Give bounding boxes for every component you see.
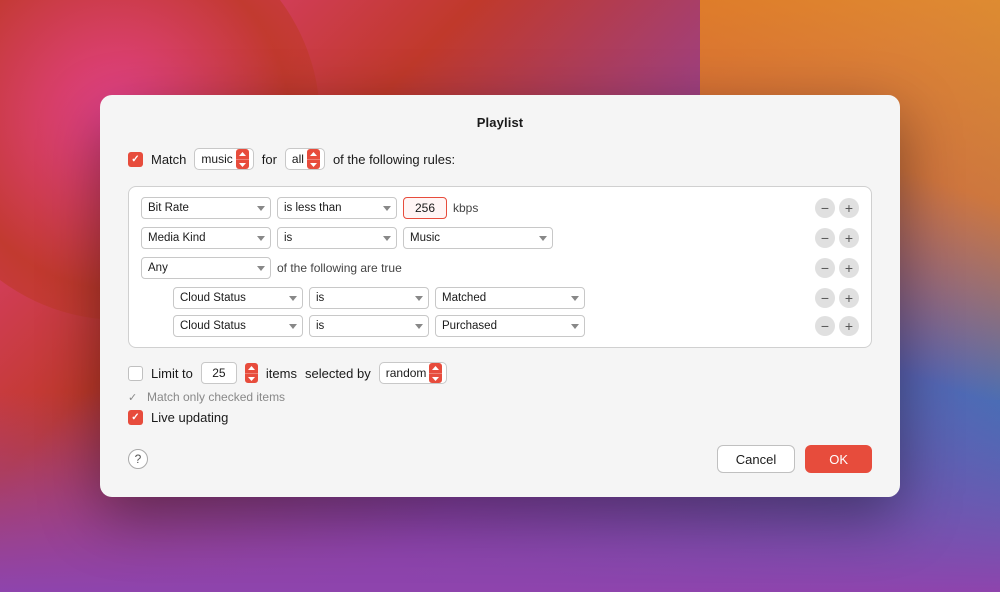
of-rules-label: of the following rules: (333, 152, 455, 167)
match-checked-checkmark: ✓ (128, 391, 141, 404)
all-stepper-up[interactable] (307, 149, 320, 159)
rule3-any-text: of the following are true (277, 261, 402, 275)
rule3-plus-button[interactable]: + (839, 258, 859, 278)
match-checked-items-row: ✓ Match only checked items (128, 390, 872, 404)
action-buttons: Cancel OK (717, 445, 872, 473)
all-stepper[interactable] (307, 149, 320, 169)
sub-rule1-value-select[interactable]: Matched (435, 287, 585, 309)
rule-row-3-group: Any of the following are true − + Cloud … (141, 257, 859, 337)
cancel-button[interactable]: Cancel (717, 445, 795, 473)
limit-checkbox[interactable] (128, 366, 143, 381)
limit-stepper-up[interactable] (245, 363, 258, 373)
match-checkbox[interactable] (128, 152, 143, 167)
music-stepper-up[interactable] (236, 149, 249, 159)
sub-rule2-operator-select[interactable]: is (309, 315, 429, 337)
sub-rule1-actions: − + (815, 288, 859, 308)
rule3-field-select[interactable]: Any (141, 257, 271, 279)
rule1-field-select[interactable]: Bit Rate (141, 197, 271, 219)
limit-value-stepper[interactable] (245, 363, 258, 383)
all-stepper-down[interactable] (307, 159, 320, 169)
sub-rule2-plus-button[interactable]: + (839, 316, 859, 336)
rule1-unit: kbps (453, 201, 483, 215)
rule1-value-input[interactable] (403, 197, 447, 219)
music-stepper[interactable] (236, 149, 249, 169)
random-stepper[interactable] (429, 363, 442, 383)
sub-rule1-minus-button[interactable]: − (815, 288, 835, 308)
dialog-title: Playlist (128, 115, 872, 130)
rules-container: Bit Rate is less than kbps − + Media Kin… (128, 186, 872, 348)
rule-row-2: Media Kind is Music − + (141, 227, 859, 249)
all-value: all (292, 152, 304, 166)
limit-to-label: Limit to (151, 366, 193, 381)
rule2-operator-select[interactable]: is (277, 227, 397, 249)
items-label: items (266, 366, 297, 381)
rule-row-1: Bit Rate is less than kbps − + (141, 197, 859, 219)
sub-rule2-minus-button[interactable]: − (815, 316, 835, 336)
ok-button[interactable]: OK (805, 445, 872, 473)
live-updating-checkbox[interactable] (128, 410, 143, 425)
sub-rule1-operator-select[interactable]: is (309, 287, 429, 309)
sub-rule-row-2: Cloud Status is Purchased − + (173, 315, 859, 337)
rule1-minus-button[interactable]: − (815, 198, 835, 218)
live-updating-label: Live updating (151, 410, 228, 425)
rule-row-3-header: Any of the following are true − + (141, 257, 859, 279)
music-value: music (201, 152, 232, 166)
rule1-operator-select[interactable]: is less than (277, 197, 397, 219)
limit-row: Limit to items selected by random (128, 362, 872, 384)
sub-rule1-field-select[interactable]: Cloud Status (173, 287, 303, 309)
rule3-actions: − + (815, 258, 859, 278)
rule1-actions: − + (815, 198, 859, 218)
buttons-row: ? Cancel OK (128, 445, 872, 473)
match-label: Match (151, 152, 186, 167)
random-value: random (386, 366, 427, 380)
sub-rules: Cloud Status is Matched − + (173, 287, 859, 337)
music-stepper-down[interactable] (236, 159, 249, 169)
limit-value-input[interactable] (201, 362, 237, 384)
sub-rule2-field-select[interactable]: Cloud Status (173, 315, 303, 337)
all-stepper-select[interactable]: all (285, 148, 325, 170)
rule3-minus-button[interactable]: − (815, 258, 835, 278)
match-checked-items-label: Match only checked items (147, 390, 285, 404)
sub-rule2-value-select[interactable]: Purchased (435, 315, 585, 337)
random-stepper-down[interactable] (429, 373, 442, 383)
sub-rule1-plus-button[interactable]: + (839, 288, 859, 308)
rule2-plus-button[interactable]: + (839, 228, 859, 248)
dialog: Playlist Match music for all (100, 95, 900, 497)
rule2-actions: − + (815, 228, 859, 248)
random-stepper-select[interactable]: random (379, 362, 448, 384)
rule2-minus-button[interactable]: − (815, 228, 835, 248)
bottom-section: Limit to items selected by random (128, 362, 872, 425)
limit-stepper-down[interactable] (245, 373, 258, 383)
match-row: Match music for all (128, 148, 872, 170)
sub-rule2-actions: − + (815, 316, 859, 336)
sub-rule-row-1: Cloud Status is Matched − + (173, 287, 859, 309)
rule2-value-select[interactable]: Music (403, 227, 553, 249)
rule2-field-select[interactable]: Media Kind (141, 227, 271, 249)
selected-by-label: selected by (305, 366, 371, 381)
music-stepper-select[interactable]: music (194, 148, 253, 170)
random-stepper-up[interactable] (429, 363, 442, 373)
live-updating-row: Live updating (128, 410, 872, 425)
for-label: for (262, 152, 277, 167)
rule1-plus-button[interactable]: + (839, 198, 859, 218)
dialog-wrapper: Playlist Match music for all (0, 0, 1000, 592)
help-button[interactable]: ? (128, 449, 148, 469)
